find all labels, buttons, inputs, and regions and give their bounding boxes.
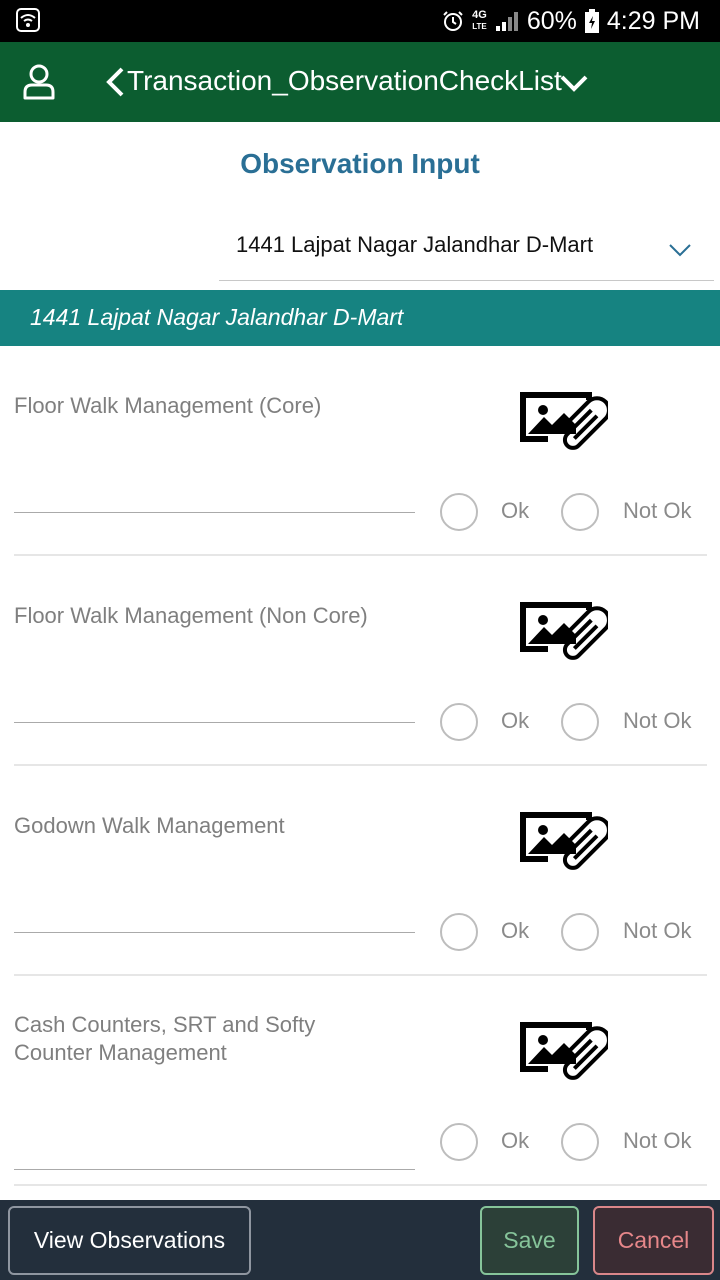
view-observations-button[interactable]: View Observations <box>8 1206 251 1275</box>
image-attach-icon[interactable] <box>516 804 608 870</box>
not-ok-radio[interactable] <box>561 913 599 951</box>
checklist-item-label: Floor Walk Management (Non Core) <box>14 603 368 628</box>
status-bar: 4G LTE 60% 4:29 PM <box>0 0 720 42</box>
battery-icon <box>584 9 599 33</box>
remark-input[interactable] <box>14 1134 415 1170</box>
bottom-action-bar: View Observations Save Cancel <box>0 1200 720 1280</box>
not-ok-label: Not Ok <box>623 708 692 733</box>
back-icon[interactable] <box>104 66 126 98</box>
image-attach-icon[interactable] <box>516 1014 608 1080</box>
ok-radio[interactable] <box>440 913 478 951</box>
ok-label: Ok <box>501 918 530 943</box>
page-title: Observation Input <box>240 148 480 179</box>
battery-percent: 60% <box>526 6 577 35</box>
checklist-item: Cash Counters, SRT and Softy Counter Man… <box>0 976 720 1186</box>
remark-input[interactable] <box>14 687 415 723</box>
not-ok-label: Not Ok <box>623 1128 692 1153</box>
wifi-icon <box>16 8 40 32</box>
not-ok-label: Not Ok <box>623 498 692 523</box>
save-button[interactable]: Save <box>480 1206 579 1275</box>
ok-radio[interactable] <box>440 703 478 741</box>
ok-label: Ok <box>501 708 530 733</box>
image-attach-icon[interactable] <box>516 594 608 660</box>
checklist-item-label: Floor Walk Management (Core) <box>14 393 322 418</box>
alarm-icon <box>443 11 463 31</box>
not-ok-label: Not Ok <box>623 918 692 943</box>
user-icon[interactable] <box>22 64 56 100</box>
ok-label: Ok <box>501 1128 530 1153</box>
network-type: 4G LTE <box>472 9 487 32</box>
checklist-item-label: Godown Walk Management <box>14 813 285 838</box>
app-bar: Transaction_ObservationCheckList <box>0 42 720 122</box>
ok-radio[interactable] <box>440 1123 478 1161</box>
chevron-down-icon[interactable] <box>558 72 590 94</box>
not-ok-radio[interactable] <box>561 493 599 531</box>
remark-input[interactable] <box>14 477 415 513</box>
signal-icon <box>495 12 518 31</box>
checklist-item: Floor Walk Management (Core) Ok Not Ok <box>0 346 720 556</box>
ok-label: Ok <box>501 498 530 523</box>
chevron-down-icon <box>669 244 691 257</box>
ok-radio[interactable] <box>440 493 478 531</box>
section-header: 1441 Lajpat Nagar Jalandhar D-Mart <box>0 290 720 346</box>
not-ok-radio[interactable] <box>561 1123 599 1161</box>
store-select-value: 1441 Lajpat Nagar Jalandhar D-Mart <box>236 232 594 257</box>
checklist-item: Floor Walk Management (Non Core) Ok Not … <box>0 556 720 766</box>
not-ok-radio[interactable] <box>561 703 599 741</box>
remark-input[interactable] <box>14 897 415 933</box>
section-header-title: 1441 Lajpat Nagar Jalandhar D-Mart <box>30 304 404 330</box>
checklist-item: Godown Walk Management Ok Not Ok <box>0 766 720 976</box>
clock: 4:29 PM <box>606 6 700 35</box>
cancel-button[interactable]: Cancel <box>593 1206 714 1275</box>
image-attach-icon[interactable] <box>516 384 608 450</box>
checklist-item-label: Cash Counters, SRT and Softy Counter Man… <box>14 1012 316 1065</box>
store-select[interactable]: 1441 Lajpat Nagar Jalandhar D-Mart <box>219 218 714 281</box>
screen-title[interactable]: Transaction_ObservationCheckList <box>127 63 562 99</box>
divider <box>14 1184 707 1186</box>
